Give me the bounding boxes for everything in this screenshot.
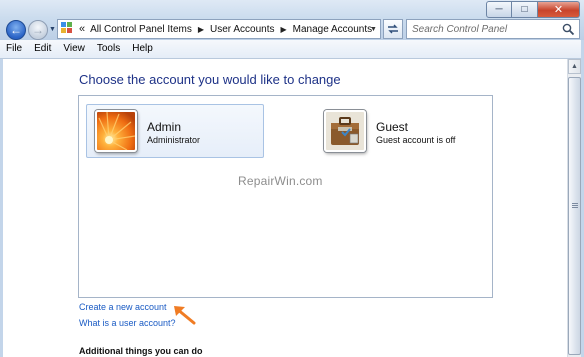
menu-edit[interactable]: Edit xyxy=(28,40,57,58)
guest-suitcase-avatar xyxy=(326,112,364,150)
forward-button[interactable]: → xyxy=(28,20,48,40)
breadcrumb-separator-icon[interactable]: ▶ xyxy=(198,25,204,34)
create-account-link[interactable]: Create a new account xyxy=(79,302,167,312)
control-panel-icon xyxy=(61,22,75,36)
menu-view[interactable]: View xyxy=(57,40,91,58)
back-button[interactable]: ← xyxy=(6,20,26,40)
window-controls: ─ □ ✕ xyxy=(486,1,580,19)
page-title: Choose the account you would like to cha… xyxy=(79,72,341,87)
refresh-button[interactable] xyxy=(383,19,403,39)
menu-help[interactable]: Help xyxy=(126,40,159,58)
maximize-button[interactable]: □ xyxy=(512,1,538,18)
account-name: Guest xyxy=(376,120,409,134)
watermark: RepairWin.com xyxy=(238,174,323,188)
content-area: Choose the account you would like to cha… xyxy=(3,59,567,357)
close-button[interactable]: ✕ xyxy=(538,1,580,18)
avatar xyxy=(324,110,366,152)
chevron-down-icon: ▼ xyxy=(370,25,377,33)
account-name: Admin xyxy=(147,120,182,134)
breadcrumb-separator-icon[interactable]: ▶ xyxy=(280,25,286,34)
forward-arrow-icon: → xyxy=(32,23,44,37)
chevron-down-icon: ▼ xyxy=(49,26,56,33)
minimize-button[interactable]: ─ xyxy=(486,1,512,18)
address-bar[interactable]: « All Control Panel Items ▶ User Account… xyxy=(57,19,381,39)
scroll-thumb[interactable] xyxy=(568,77,581,355)
what-is-user-account-link[interactable]: What is a user account? xyxy=(79,318,176,328)
breadcrumb-manage-accounts[interactable]: Manage Accounts xyxy=(293,24,373,35)
avatar xyxy=(95,110,137,152)
account-type: Administrator xyxy=(147,135,201,145)
back-arrow-icon: ← xyxy=(10,23,22,37)
chevron-up-icon: ▲ xyxy=(571,63,578,70)
account-tile-guest[interactable]: Guest Guest account is off xyxy=(315,104,475,158)
search-box[interactable] xyxy=(406,19,580,39)
account-tile-admin[interactable]: Admin Administrator xyxy=(86,104,264,158)
accounts-panel: Admin Administrator Guest Guest account … xyxy=(78,95,493,298)
breadcrumb-all-control-panel-items[interactable]: All Control Panel Items xyxy=(90,24,192,35)
additional-things-heading: Additional things you can do xyxy=(79,346,203,356)
grip-icon xyxy=(572,203,578,209)
menu-tools[interactable]: Tools xyxy=(91,40,126,58)
recent-pages-dropdown[interactable]: ▼ xyxy=(49,26,56,33)
menu-file[interactable]: File xyxy=(0,40,28,58)
orange-flower-avatar xyxy=(97,112,135,150)
search-input[interactable] xyxy=(407,21,562,37)
vertical-scrollbar[interactable]: ▲ xyxy=(567,59,581,357)
breadcrumb-user-accounts[interactable]: User Accounts xyxy=(210,24,274,35)
search-icon[interactable] xyxy=(562,23,575,36)
scroll-up-button[interactable]: ▲ xyxy=(568,59,581,74)
refresh-icon xyxy=(388,24,398,34)
account-status: Guest account is off xyxy=(376,135,456,145)
address-dropdown-button[interactable]: ▼ xyxy=(367,20,380,38)
breadcrumb-overflow[interactable]: « xyxy=(79,23,85,35)
menu-bar: File Edit View Tools Help xyxy=(0,40,584,59)
